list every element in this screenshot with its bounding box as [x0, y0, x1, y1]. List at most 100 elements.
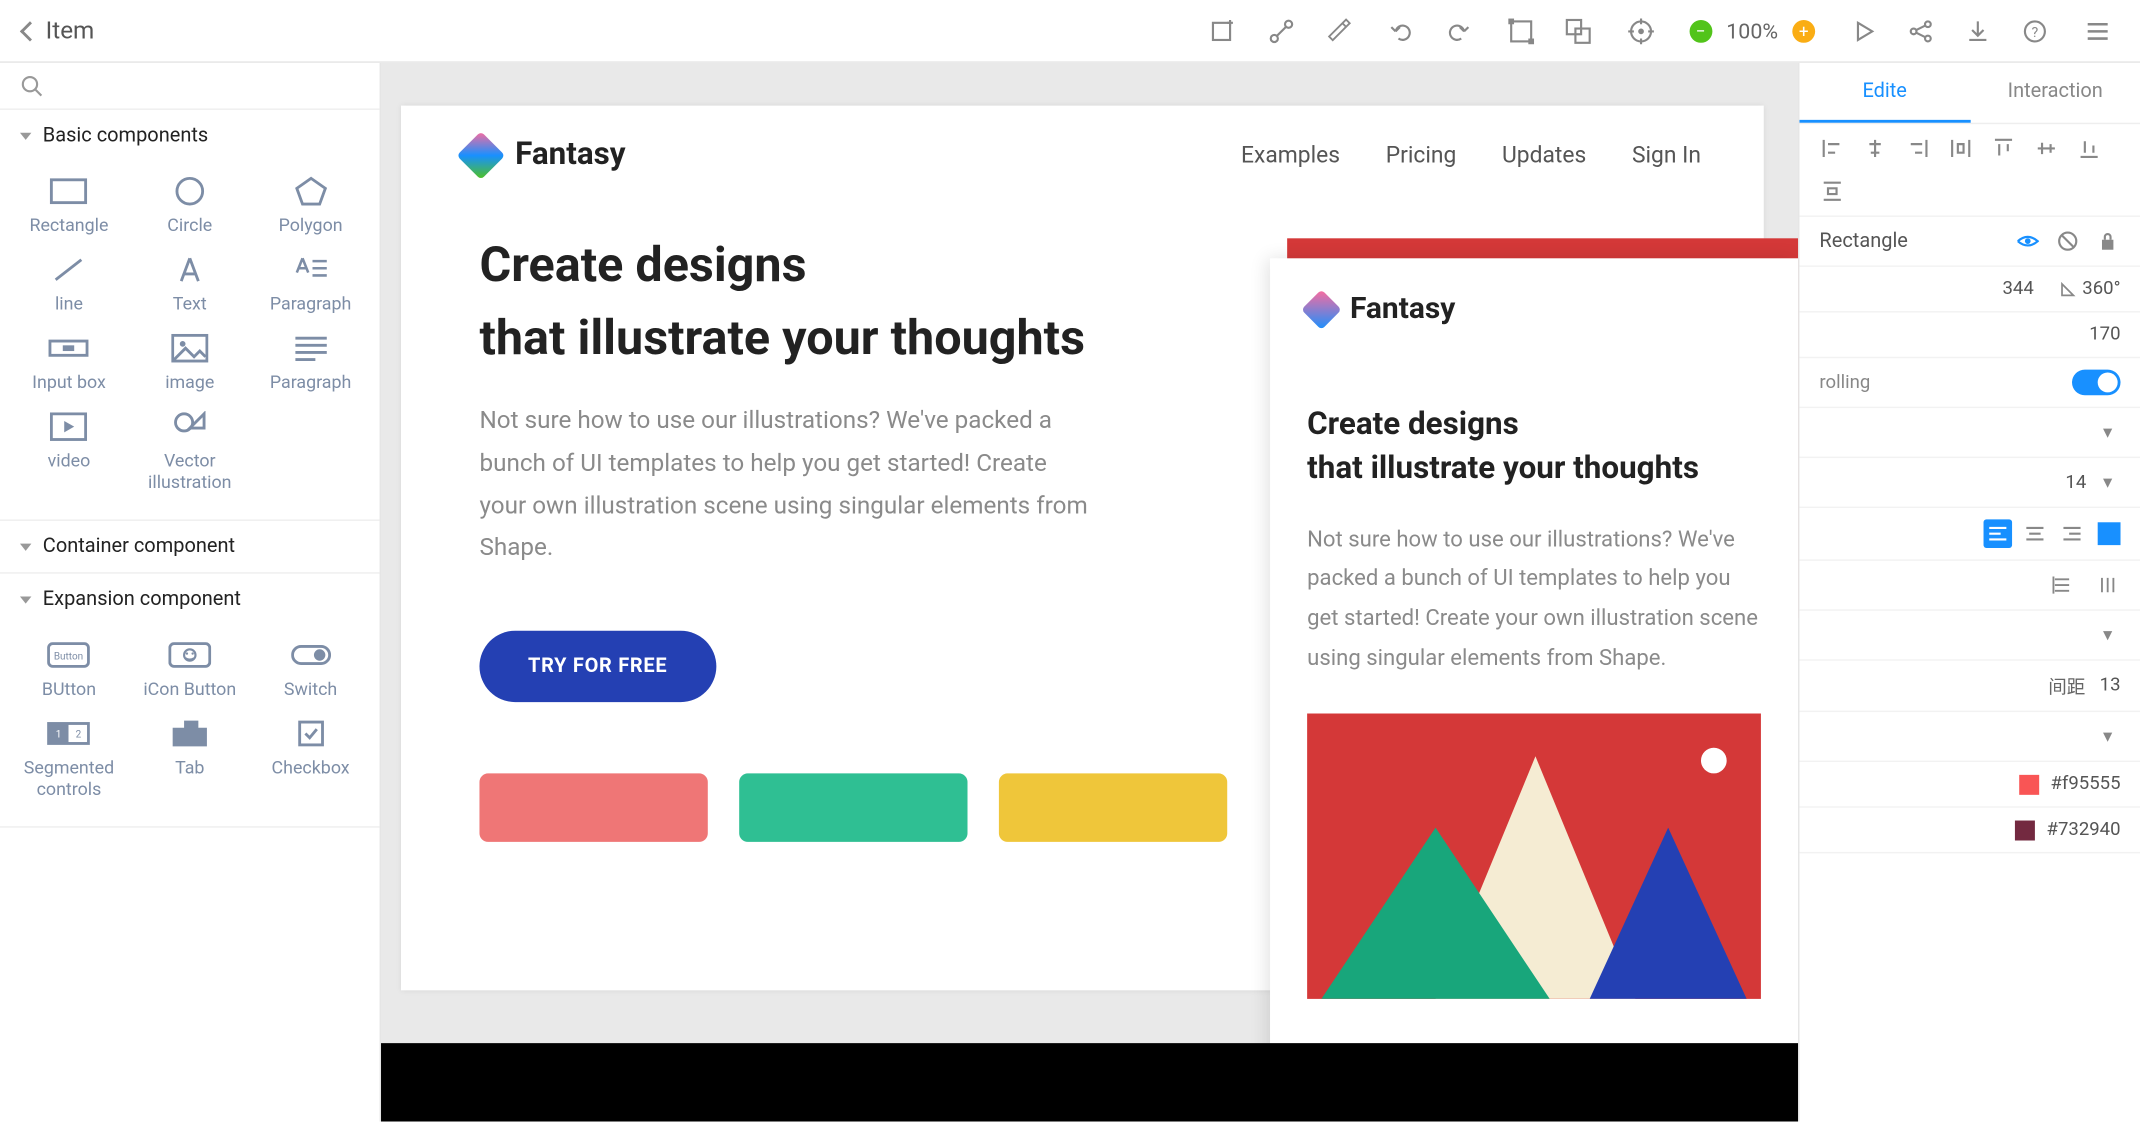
svg-text:Button: Button [54, 651, 83, 662]
search-icon [20, 74, 43, 97]
back-button[interactable]: Item [11, 11, 105, 51]
text-fill-icon[interactable] [2098, 522, 2121, 545]
spacing-value[interactable]: 13 [2100, 675, 2121, 696]
brand-logo-icon [1301, 289, 1341, 329]
align-right-icon[interactable] [1905, 136, 1931, 162]
component-line[interactable]: line [9, 248, 130, 321]
pen-path-icon[interactable] [1267, 16, 1296, 45]
color-hex-2[interactable]: #732940 [2047, 819, 2121, 840]
swatch-2[interactable] [739, 773, 967, 841]
color-hex-1[interactable]: #f95555 [2051, 773, 2121, 794]
mobile-preview[interactable]: Fantasy Create designs that illustrate y… [1270, 258, 1798, 1121]
component-text[interactable]: Text [129, 248, 250, 321]
swatch-3[interactable] [999, 773, 1227, 841]
visibility-icon[interactable] [2015, 228, 2041, 254]
new-artboard-icon[interactable] [1210, 16, 1239, 45]
value-344[interactable]: 344 [2003, 278, 2034, 299]
component-video[interactable]: video [9, 405, 130, 499]
ungroup-icon[interactable] [1564, 16, 1593, 45]
prohibit-icon[interactable] [2055, 228, 2081, 254]
zoom-value: 100% [1726, 18, 1778, 44]
nav-pricing[interactable]: Pricing [1386, 141, 1457, 168]
chevron-down-icon[interactable]: ▾ [2095, 622, 2121, 648]
component-rectangle[interactable]: Rectangle [9, 170, 130, 243]
share-icon[interactable] [1906, 16, 1935, 45]
letter-spacing-icon[interactable] [2095, 572, 2121, 598]
text-align-right-icon[interactable] [2058, 519, 2087, 548]
chevron-down-icon[interactable]: ▾ [2095, 420, 2121, 446]
color-swatch-1[interactable] [2019, 774, 2039, 794]
help-icon[interactable]: ? [2021, 16, 2050, 45]
tab-interaction[interactable]: Interaction [1970, 63, 2140, 123]
redo-icon[interactable] [1444, 16, 1473, 45]
component-circle[interactable]: Circle [129, 170, 250, 243]
distribute-h-icon[interactable] [1948, 136, 1974, 162]
svg-text:1: 1 [56, 730, 62, 741]
component-paragraph[interactable]: Paragraph [250, 248, 371, 321]
brand-name: Fantasy [1350, 293, 1455, 327]
component-button[interactable]: ButtonBUtton [9, 634, 130, 707]
component-image[interactable]: image [129, 327, 250, 400]
text-align-center-icon[interactable] [2021, 519, 2050, 548]
rolling-toggle[interactable] [2072, 370, 2121, 396]
nav-updates[interactable]: Updates [1502, 141, 1586, 168]
rolling-label: rolling [1819, 372, 1870, 393]
value-170[interactable]: 170 [2089, 324, 2120, 345]
angle-icon [2059, 280, 2076, 297]
component-checkbox[interactable]: Checkbox [250, 712, 371, 806]
component-vector[interactable]: Vector illustration [129, 405, 250, 499]
align-middle-icon[interactable] [2033, 136, 2059, 162]
lock-icon[interactable] [2095, 228, 2121, 254]
svg-text:2: 2 [76, 730, 82, 741]
font-size-value[interactable]: 14 [2065, 472, 2086, 493]
menu-icon[interactable] [2083, 16, 2112, 45]
component-paragraph-2[interactable]: Paragraph [250, 327, 371, 400]
component-segmented[interactable]: 12Segmented controls [9, 712, 130, 806]
sidebar-search[interactable] [0, 63, 380, 110]
hero-subtext: Not sure how to use our illustrations? W… [479, 401, 1093, 571]
component-input[interactable]: Input box [9, 327, 130, 400]
zoom-out-button[interactable]: − [1689, 19, 1712, 42]
undo-icon[interactable] [1387, 16, 1416, 45]
distribute-v-icon[interactable] [1819, 178, 1845, 204]
align-top-icon[interactable] [1991, 136, 2017, 162]
chevron-down-icon [20, 132, 31, 139]
canvas-area[interactable]: Fantasy Examples Pricing Updates Sign In… [381, 63, 1798, 1122]
brand-name: Fantasy [515, 137, 625, 173]
align-bottom-icon[interactable] [2076, 136, 2102, 162]
chevron-down-icon[interactable]: ▾ [2095, 723, 2121, 749]
group-icon[interactable] [1507, 16, 1536, 45]
align-left-icon[interactable] [1819, 136, 1845, 162]
component-tab[interactable]: Tab [129, 712, 250, 806]
mobile-illustration [1307, 714, 1761, 999]
properties-panel: Edite Interaction Rectangle [1798, 63, 2140, 1122]
chevron-down-icon [20, 596, 31, 603]
nav-signin[interactable]: Sign In [1632, 141, 1701, 168]
top-toolbar: Item − 100% + ? [0, 0, 2140, 63]
spacing-label: 间距 [2048, 672, 2085, 699]
align-center-h-icon[interactable] [1862, 136, 1888, 162]
section-basic-components[interactable]: Basic components [0, 110, 380, 161]
component-switch[interactable]: Switch [250, 634, 371, 707]
color-swatch-2[interactable] [2015, 820, 2035, 840]
svg-text:?: ? [2032, 24, 2039, 40]
chevron-down-icon[interactable]: ▾ [2095, 469, 2121, 495]
download-icon[interactable] [1964, 16, 1993, 45]
value-360[interactable]: 360° [2082, 278, 2120, 299]
pen-tool-icon[interactable] [1324, 16, 1353, 45]
tab-edit[interactable]: Edite [1799, 63, 1970, 123]
component-icon-button[interactable]: iCon Button [129, 634, 250, 707]
mobile-hero-heading: Create designs that illustrate your thou… [1307, 404, 1761, 492]
cta-button[interactable]: TRY FOR FREE [479, 631, 715, 702]
section-container-component[interactable]: Container component [0, 521, 380, 572]
swatch-1[interactable] [479, 773, 707, 841]
text-align-left-icon[interactable] [1984, 519, 2013, 548]
target-icon[interactable] [1626, 16, 1655, 45]
line-height-icon[interactable] [2049, 572, 2075, 598]
zoom-in-button[interactable]: + [1792, 19, 1815, 42]
section-expansion-component[interactable]: Expansion component [0, 574, 380, 625]
component-polygon[interactable]: Polygon [250, 170, 371, 243]
brand-logo-icon [457, 131, 505, 179]
play-icon[interactable] [1849, 16, 1878, 45]
nav-examples[interactable]: Examples [1241, 141, 1340, 168]
